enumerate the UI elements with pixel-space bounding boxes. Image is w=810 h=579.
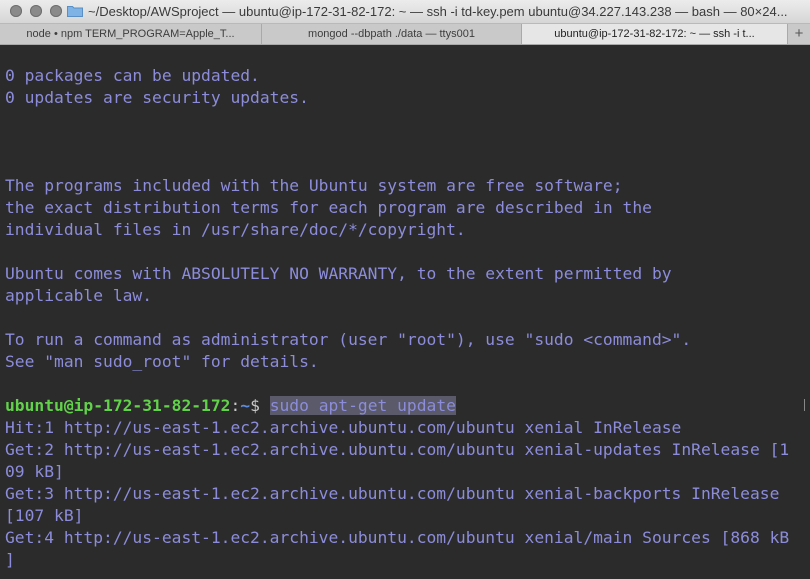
prompt-user-host: ubuntu@ip-172-31-82-172 bbox=[5, 396, 231, 415]
new-tab-button[interactable]: + bbox=[788, 24, 810, 44]
terminal-line: ] bbox=[5, 550, 15, 569]
zoom-button[interactable] bbox=[50, 5, 62, 17]
terminal-line: Get:3 http://us-east-1.ec2.archive.ubunt… bbox=[5, 484, 780, 503]
terminal-output[interactable]: 0 packages can be updated. 0 updates are… bbox=[0, 45, 810, 579]
terminal-window: ~/Desktop/AWSproject — ubuntu@ip-172-31-… bbox=[0, 0, 810, 579]
close-button[interactable] bbox=[10, 5, 22, 17]
terminal-line: Get:2 http://us-east-1.ec2.archive.ubunt… bbox=[5, 440, 790, 459]
tab-node-npm[interactable]: node • npm TERM_PROGRAM=Apple_T... bbox=[0, 24, 262, 44]
terminal-line: Get:4 http://us-east-1.ec2.archive.ubunt… bbox=[5, 528, 790, 547]
selected-command[interactable]: sudo apt-get update bbox=[269, 396, 456, 415]
terminal-line: Ubuntu comes with ABSOLUTELY NO WARRANTY… bbox=[5, 264, 672, 283]
terminal-line: See "man sudo_root" for details. bbox=[5, 352, 319, 371]
terminal-line: To run a command as administrator (user … bbox=[5, 330, 692, 349]
tab-bar: node • npm TERM_PROGRAM=Apple_T... mongo… bbox=[0, 24, 810, 45]
prompt-path: ~ bbox=[240, 396, 251, 415]
window-title: ~/Desktop/AWSproject — ubuntu@ip-172-31-… bbox=[88, 4, 788, 19]
terminal-line: 0 updates are security updates. bbox=[5, 88, 309, 107]
terminal-line: 0 packages can be updated. bbox=[5, 66, 260, 85]
prompt-separator: : bbox=[230, 396, 241, 415]
tab-ssh-ubuntu[interactable]: ubuntu@ip-172-31-82-172: ~ — ssh -i t... bbox=[522, 24, 788, 44]
terminal-line: individual files in /usr/share/doc/*/cop… bbox=[5, 220, 466, 239]
terminal-line: applicable law. bbox=[5, 286, 153, 305]
folder-icon bbox=[67, 6, 83, 17]
title-bar[interactable]: ~/Desktop/AWSproject — ubuntu@ip-172-31-… bbox=[0, 0, 810, 24]
terminal-line: Hit:1 http://us-east-1.ec2.archive.ubunt… bbox=[5, 418, 682, 437]
terminal-line: 09 kB] bbox=[5, 462, 64, 481]
terminal-line: the exact distribution terms for each pr… bbox=[5, 198, 652, 217]
shell-prompt-line: ubuntu@ip-172-31-82-172:~$ sudo apt-get … bbox=[5, 395, 456, 417]
tab-mongod[interactable]: mongod --dbpath ./data — ttys001 bbox=[262, 24, 522, 44]
prompt-symbol: $ bbox=[250, 396, 270, 415]
terminal-line: The programs included with the Ubuntu sy… bbox=[5, 176, 623, 195]
terminal-line: [107 kB] bbox=[5, 506, 84, 525]
minimize-button[interactable] bbox=[30, 5, 42, 17]
selection-end-marker bbox=[804, 399, 807, 411]
